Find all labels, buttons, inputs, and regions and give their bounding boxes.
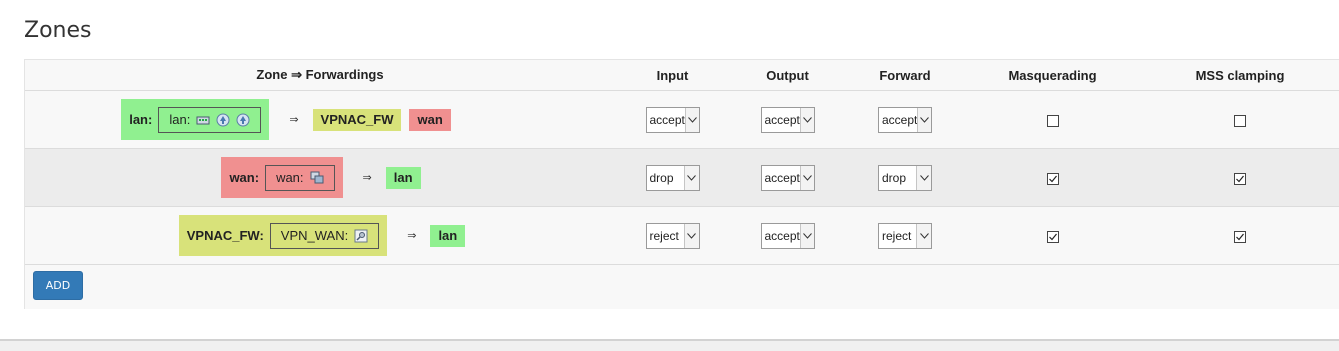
add-zone-button[interactable]: ADD xyxy=(33,271,83,300)
forward-policy-select[interactable]: accept xyxy=(878,106,932,133)
header-input: Input xyxy=(615,60,730,91)
input-policy-select[interactable]: reject xyxy=(645,222,700,249)
network-box: VPN_WAN: xyxy=(269,222,380,249)
forwarding-badge-wan[interactable]: wan xyxy=(409,108,451,131)
output-policy-select[interactable]: accept xyxy=(760,106,815,133)
chevron-down-icon xyxy=(683,223,699,248)
mss-clamping-checkbox[interactable] xyxy=(1234,172,1246,185)
checkmark-icon xyxy=(1048,175,1057,182)
forwarding-badge-lan[interactable]: lan xyxy=(430,224,466,247)
network-label: wan: xyxy=(276,170,304,185)
network-box: lan: xyxy=(158,106,262,133)
masquerading-checkbox[interactable] xyxy=(1046,230,1059,243)
forward-policy-select[interactable]: drop xyxy=(878,164,932,191)
checkmark-icon xyxy=(1048,233,1057,240)
section-divider xyxy=(0,339,1339,351)
chevron-down-icon xyxy=(916,165,931,190)
mss-clamping-checkbox[interactable] xyxy=(1234,230,1246,243)
output-policy-select[interactable]: accept xyxy=(760,222,815,249)
zone-name: VPNAC_FW: xyxy=(186,228,264,243)
network-box: wan: xyxy=(265,164,335,191)
input-policy-select[interactable]: drop xyxy=(645,164,700,191)
header-mss-clamping: MSS clamping xyxy=(1140,60,1339,91)
chevron-down-icon xyxy=(916,223,931,248)
input-policy-select[interactable]: accept xyxy=(645,106,700,133)
zone-row-vpnac-fw: VPNAC_FW: VPN_WAN: ⇒ lan reject accept r… xyxy=(25,206,1339,265)
checkmark-icon xyxy=(1236,175,1244,182)
zones-table: Zone ⇒ Forwardings Input Output Forward … xyxy=(25,60,1339,265)
ethernet-port-icon xyxy=(310,171,324,185)
forward-arrow: ⇒ xyxy=(407,230,417,242)
chevron-down-icon xyxy=(917,107,931,132)
forward-arrow: ⇒ xyxy=(362,172,372,184)
chevron-down-icon xyxy=(799,165,814,190)
forward-policy-select[interactable]: reject xyxy=(878,222,932,249)
zone-row-wan: wan: wan: ⇒ lan drop accept drop xyxy=(25,148,1339,207)
zone-name: lan: xyxy=(129,112,153,127)
table-header-row: Zone ⇒ Forwardings Input Output Forward … xyxy=(25,60,1339,91)
header-masquerading: Masquerading xyxy=(965,60,1140,91)
chevron-down-icon xyxy=(799,107,814,132)
mss-clamping-checkbox[interactable] xyxy=(1234,114,1246,127)
wifi-icon xyxy=(216,113,230,127)
zones-panel: Zone ⇒ Forwardings Input Output Forward … xyxy=(24,59,1339,309)
network-label: VPN_WAN: xyxy=(280,228,349,243)
masquerading-checkbox[interactable] xyxy=(1046,172,1059,185)
zone-badge-wan[interactable]: wan: wan: xyxy=(221,157,343,198)
chevron-down-icon xyxy=(683,165,699,190)
zone-cell: wan: wan: ⇒ lan xyxy=(25,148,615,207)
output-policy-select[interactable]: accept xyxy=(760,164,815,191)
vpn-tunnel-icon xyxy=(354,229,368,243)
forwarding-badge-vpnac-fw[interactable]: VPNAC_FW xyxy=(312,108,402,131)
forwarding-badge-lan[interactable]: lan xyxy=(385,166,421,189)
masquerading-checkbox[interactable] xyxy=(1046,114,1059,127)
page-title: Zones xyxy=(24,18,92,43)
header-output: Output xyxy=(730,60,845,91)
zone-cell: VPNAC_FW: VPN_WAN: ⇒ lan xyxy=(25,206,615,265)
zone-row-lan: lan: lan: ⇒ VPNAC_FW wan accept accept a… xyxy=(25,90,1339,149)
forward-arrow: ⇒ xyxy=(289,114,299,126)
zone-name: wan: xyxy=(229,170,260,185)
network-label: lan: xyxy=(169,112,191,127)
header-forward: Forward xyxy=(845,60,965,91)
zone-badge-lan[interactable]: lan: lan: xyxy=(121,99,270,140)
zone-badge-vpnac-fw[interactable]: VPNAC_FW: VPN_WAN: xyxy=(178,215,388,256)
zone-cell: lan: lan: ⇒ VPNAC_FW wan xyxy=(25,90,615,149)
checkmark-icon xyxy=(1236,233,1244,240)
chevron-down-icon xyxy=(799,223,814,248)
ethernet-switch-icon xyxy=(196,113,210,127)
wifi-icon xyxy=(236,113,250,127)
header-zone-forwardings: Zone ⇒ Forwardings xyxy=(25,60,615,91)
chevron-down-icon xyxy=(684,107,699,132)
